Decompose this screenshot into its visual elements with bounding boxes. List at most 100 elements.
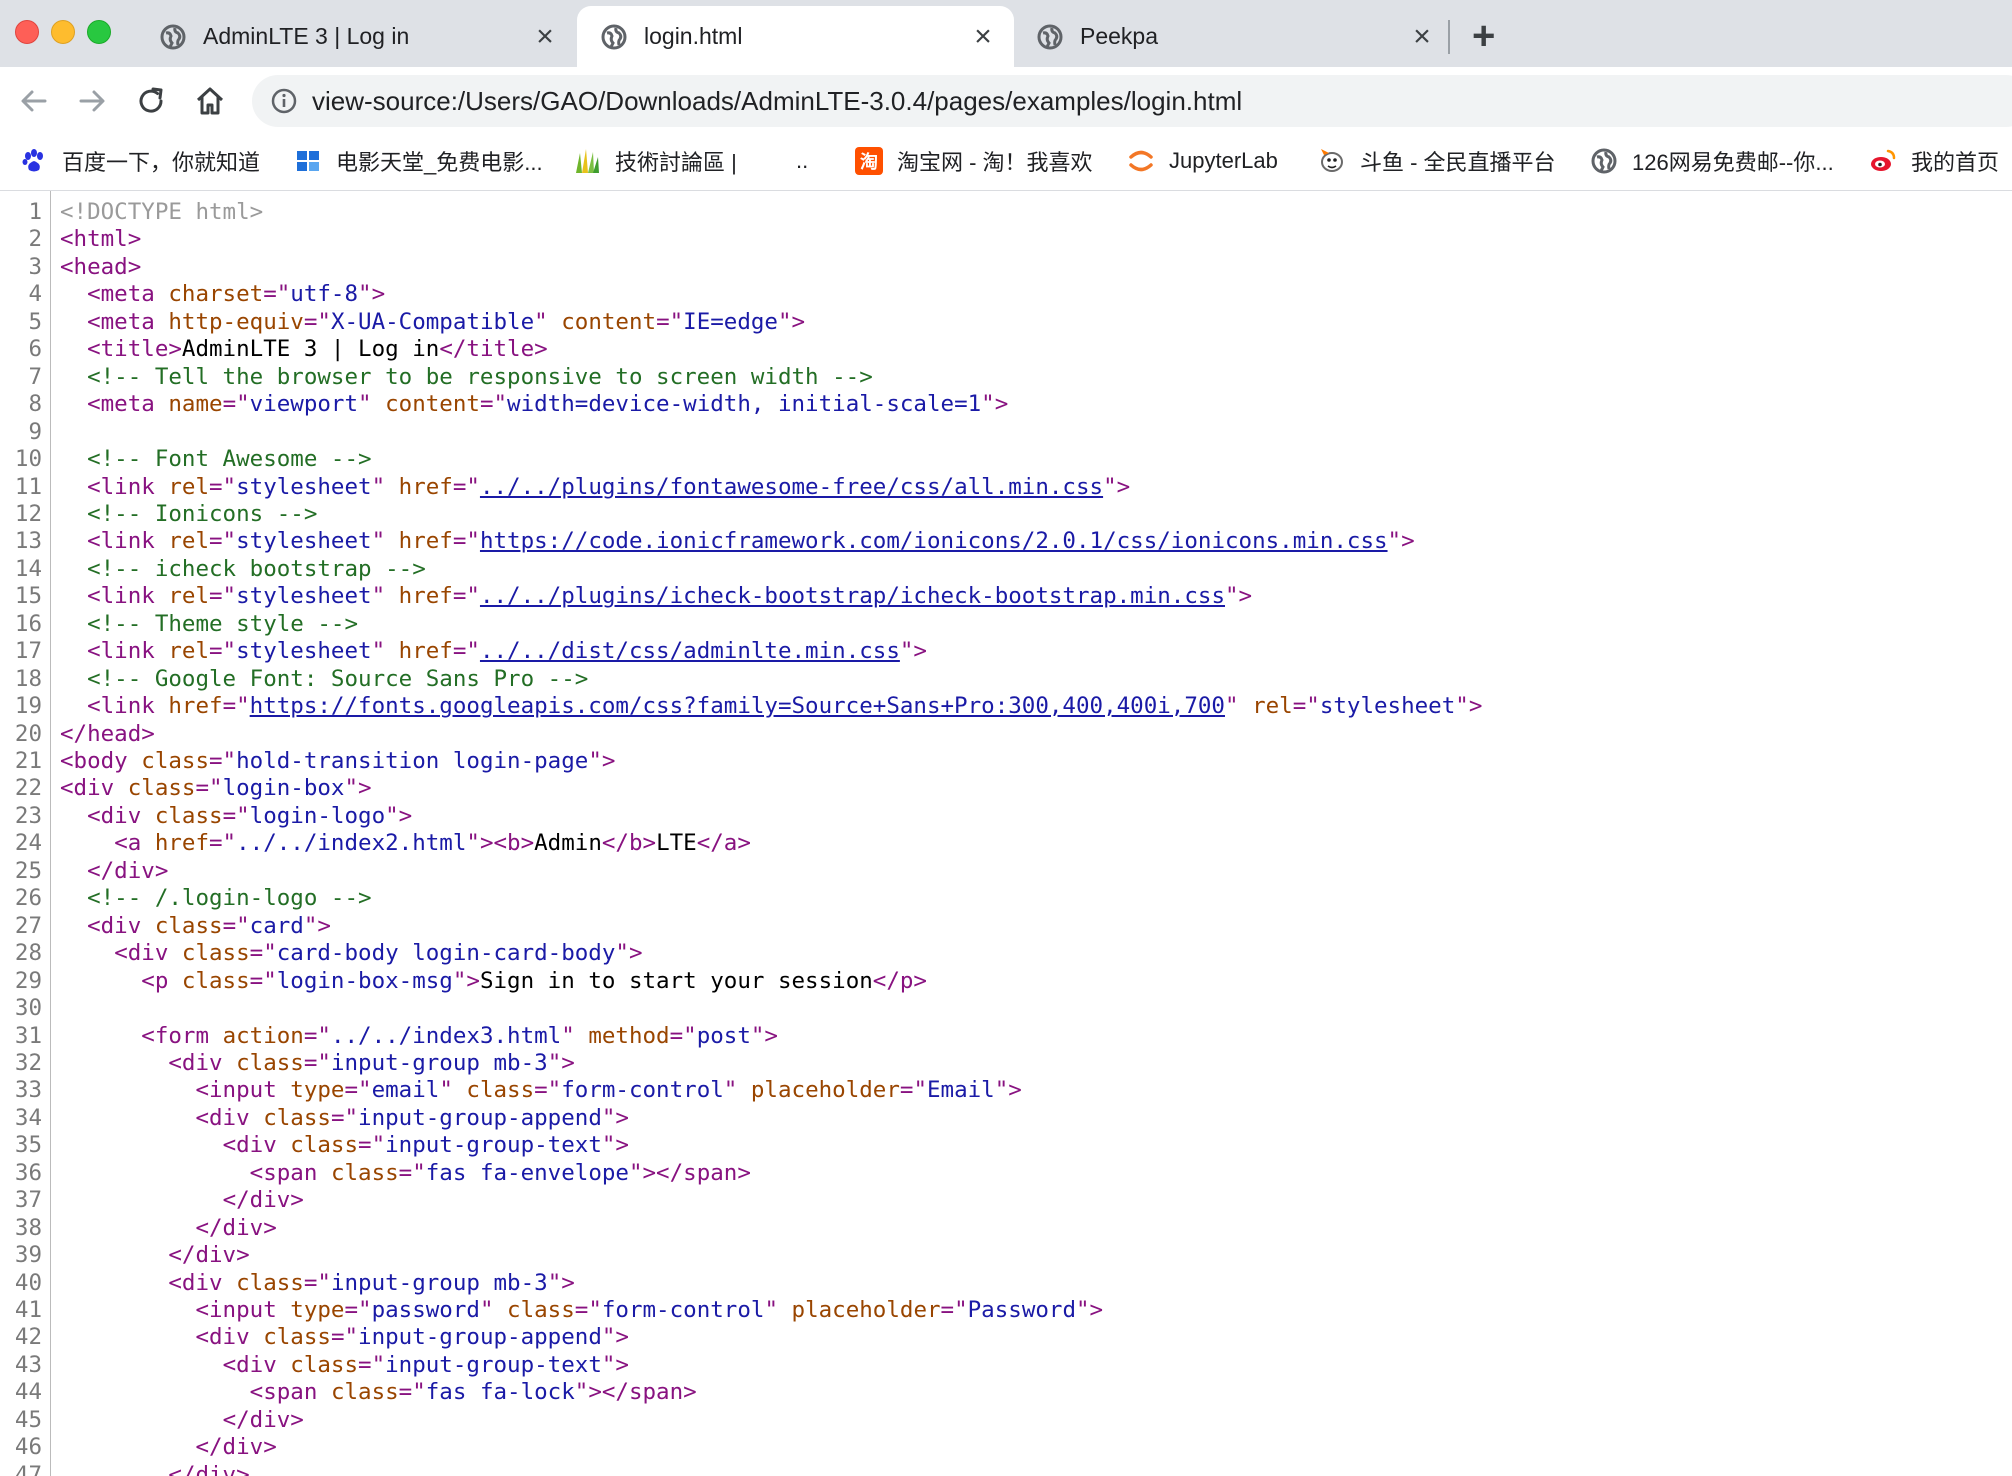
code-token: </p> [873,968,927,994]
code-token: =" [453,528,480,554]
line-number: 9 [0,419,42,446]
code-token [60,1215,195,1241]
bookmark-jupyterlab[interactable]: JupyterLab [1127,146,1278,176]
code-token: LTE [656,830,697,856]
line-code: <span class="fas fa-lock"></span> [60,1379,697,1406]
code-token: <!-- /.login-logo --> [87,885,371,911]
close-tab-icon[interactable]: × [1407,22,1437,52]
code-token: <!-- Ionicons --> [87,501,317,527]
line-code: <link rel="stylesheet" href="../../plugi… [60,474,1130,501]
code-token: class [155,913,223,939]
maximize-window-button[interactable] [87,20,111,44]
code-token: <div [168,1270,236,1296]
forward-button[interactable] [74,83,110,119]
code-token: =" [209,474,236,500]
source-link[interactable]: https://fonts.googleapis.com/css?family=… [250,693,1225,719]
code-token: input-group mb-3 [331,1050,548,1076]
source-line: 14 <!-- icheck bootstrap --> [0,556,2012,583]
code-token: =" [1293,693,1320,719]
code-token: class [290,1132,358,1158]
code-token: "> [778,309,805,335]
reload-icon [135,85,167,117]
code-token: class [331,1160,399,1186]
back-button[interactable] [16,83,52,119]
bookmark-baidu[interactable]: 百度一下，你就知道 [20,146,260,176]
code-token: </head> [60,721,155,747]
new-tab-button[interactable]: + [1472,16,1495,56]
bookmark-126-mail[interactable]: 126网易免费邮--你... [1590,146,1834,176]
code-token: " [534,309,561,335]
bookmark-movie-heaven[interactable]: 电影天堂_免费电影... [294,146,543,176]
tab-login-html[interactable]: login.html × [577,6,1014,67]
code-token: "> [588,748,615,774]
code-token: "> [453,968,480,994]
code-token [60,611,87,637]
code-token [60,940,114,966]
code-token: utf-8 [290,281,358,307]
bookmark-taobao[interactable]: 淘 淘宝网 - 淘！我喜欢 [855,146,1093,176]
home-icon [194,85,226,117]
code-token: method [588,1023,669,1049]
bookmark-label: 电影天堂_免费电影... [336,145,543,177]
code-token: charset [168,281,263,307]
line-code: <p class="login-box-msg">Sign in to star… [60,968,927,995]
tab-peekpa[interactable]: Peekpa × [1037,6,1437,67]
source-link[interactable]: ../../dist/css/adminlte.min.css [480,638,900,664]
code-token: <span [250,1160,331,1186]
code-token: =" [209,748,236,774]
code-token: </div> [168,1462,249,1476]
source-line: 42 <div class="input-group-append"> [0,1324,2012,1351]
home-button[interactable] [192,83,228,119]
code-token: "> [548,1270,575,1296]
source-link[interactable]: ../../plugins/fontawesome-free/css/all.m… [480,474,1103,500]
bookmark-weibo[interactable]: 我的首页 [1869,146,1999,176]
bookmark-tech-forum[interactable]: 技術討論區 | [573,146,737,176]
line-number: 11 [0,474,42,501]
code-token: =" [453,474,480,500]
info-icon[interactable] [270,87,298,115]
address-bar[interactable]: view-source:/Users/GAO/Downloads/AdminLT… [252,75,2012,127]
source-line: 30 [0,995,2012,1022]
source-link[interactable]: https://code.ionicframework.com/ionicons… [480,528,1388,554]
line-number: 22 [0,775,42,802]
tab-adminlte-login[interactable]: AdminLTE 3 | Log in × [160,6,560,67]
code-token: stylesheet [236,638,371,664]
source-link[interactable]: ../../plugins/icheck-bootstrap/icheck-bo… [480,583,1225,609]
code-token: <head> [60,254,141,280]
code-token: stylesheet [236,528,371,554]
line-number: 44 [0,1379,42,1406]
code-token: input-group-text [385,1132,602,1158]
code-token [60,1352,223,1378]
code-token: "> [1388,528,1415,554]
tab-strip: AdminLTE 3 | Log in × login.html × Peekp… [0,0,2012,67]
line-code: <meta charset="utf-8"> [60,281,385,308]
minimize-window-button[interactable] [51,20,75,44]
bookmark-blurred[interactable]: .. [770,146,808,176]
source-line: 19 <link href="https://fonts.googleapis.… [0,693,2012,720]
close-tab-icon[interactable]: × [530,22,560,52]
code-token: <meta [87,391,168,417]
close-tab-icon[interactable]: × [968,22,998,52]
code-token: class [236,1050,304,1076]
line-number: 30 [0,995,42,1022]
source-line: 37 </div> [0,1187,2012,1214]
code-token: </div> [223,1187,304,1213]
line-code: <!-- Ionicons --> [60,501,317,528]
code-token: Password [968,1297,1076,1323]
url-text[interactable]: view-source:/Users/GAO/Downloads/AdminLT… [312,87,1242,115]
line-code: <input type="password" class="form-contr… [60,1297,1103,1324]
taobao-icon: 淘 [855,147,883,175]
bookmark-douyu[interactable]: 斗鱼 - 全民直播平台 [1318,146,1556,176]
line-number: 23 [0,803,42,830]
code-token [60,336,87,362]
code-token: "> [385,803,412,829]
code-token: class [182,940,250,966]
source-line: 4 <meta charset="utf-8"> [0,281,2012,308]
close-window-button[interactable] [15,20,39,44]
code-token: "> [995,1077,1022,1103]
globe-icon [601,24,627,50]
line-code: <div class="login-box"> [60,775,372,802]
line-number: 17 [0,638,42,665]
reload-button[interactable] [133,83,169,119]
source-line: 6 <title>AdminLTE 3 | Log in</title> [0,336,2012,363]
